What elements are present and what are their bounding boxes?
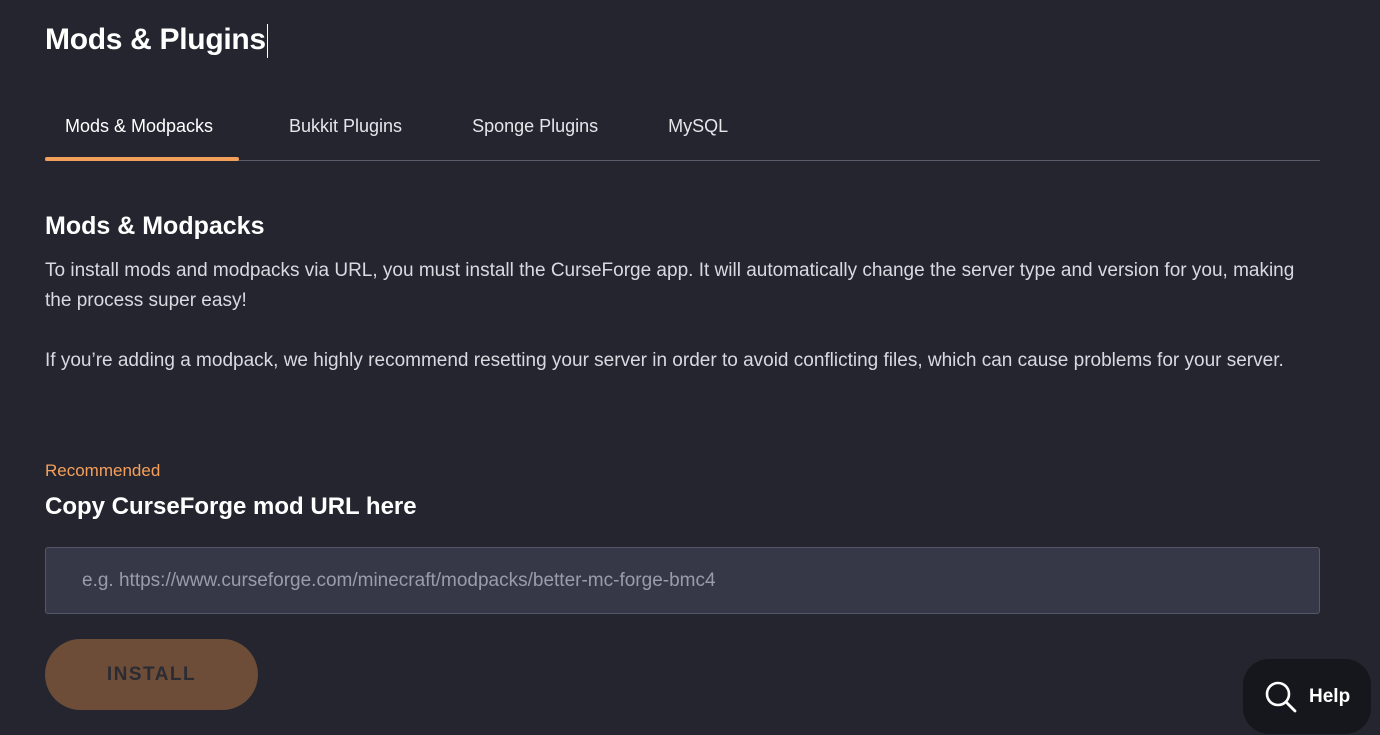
page-title: Mods & Plugins: [45, 20, 268, 60]
tab-bar: Mods & Modpacks Bukkit Plugins Sponge Pl…: [45, 100, 1320, 161]
recommended-badge: Recommended: [45, 461, 161, 480]
section-title: Mods & Modpacks: [45, 212, 265, 240]
help-button[interactable]: Help: [1243, 659, 1371, 734]
mods-plugins-page: Mods & Plugins Mods & Modpacks Bukkit Pl…: [0, 0, 1380, 735]
modpack-reset-notice-text: If you’re adding a modpack, we highly re…: [45, 350, 1284, 371]
install-button[interactable]: INSTALL: [45, 639, 258, 710]
tab-mods-modpacks[interactable]: Mods & Modpacks: [45, 100, 239, 161]
text-cursor: [266, 24, 268, 59]
mod-url-label: Copy CurseForge mod URL here: [45, 493, 417, 520]
search-icon: [1265, 681, 1297, 712]
tab-sponge-plugins[interactable]: Sponge Plugins: [472, 100, 598, 160]
mod-url-input[interactable]: [45, 547, 1320, 614]
tab-bukkit-plugins[interactable]: Bukkit Plugins: [289, 100, 402, 160]
tab-mysql[interactable]: MySQL: [668, 100, 728, 160]
install-instructions-text: To install mods and modpacks via URL, yo…: [45, 260, 1295, 311]
help-label: Help: [1309, 685, 1351, 707]
page-title-text: Mods & Plugins: [45, 23, 266, 56]
